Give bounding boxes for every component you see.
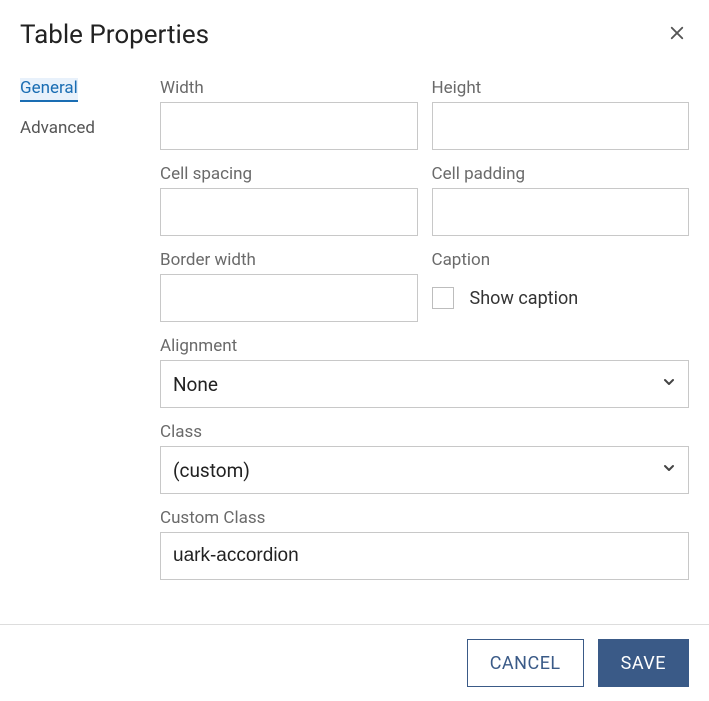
cellspacing-input[interactable]: [160, 188, 418, 236]
showcaption-label: Show caption: [470, 288, 579, 309]
close-button[interactable]: [665, 23, 689, 47]
dialog-header: Table Properties: [20, 20, 689, 50]
showcaption-checkbox[interactable]: [432, 287, 454, 309]
customclass-input[interactable]: [160, 532, 689, 580]
tab-general[interactable]: General: [20, 78, 78, 102]
height-input[interactable]: [432, 102, 690, 150]
borderwidth-input[interactable]: [160, 274, 418, 322]
form-panel: Width Height Cell spacing Cell padding: [160, 78, 689, 594]
class-select[interactable]: (custom): [160, 446, 689, 494]
width-label: Width: [160, 78, 418, 98]
cellpadding-label: Cell padding: [432, 164, 690, 184]
customclass-label: Custom Class: [160, 508, 689, 528]
dialog-footer: CANCEL SAVE: [0, 625, 709, 701]
class-value: (custom): [173, 459, 250, 482]
save-button[interactable]: SAVE: [598, 639, 689, 687]
dialog-body: General Advanced Width Height Cell spaci…: [20, 78, 689, 594]
caption-label: Caption: [432, 250, 690, 270]
dialog-title: Table Properties: [20, 20, 209, 50]
cellspacing-label: Cell spacing: [160, 164, 418, 184]
width-input[interactable]: [160, 102, 418, 150]
height-label: Height: [432, 78, 690, 98]
cancel-button[interactable]: CANCEL: [467, 639, 584, 687]
alignment-select[interactable]: None: [160, 360, 689, 408]
alignment-label: Alignment: [160, 336, 689, 356]
class-label: Class: [160, 422, 689, 442]
table-properties-dialog: Table Properties General Advanced Width …: [0, 0, 709, 594]
alignment-value: None: [173, 373, 218, 396]
tab-list: General Advanced: [20, 78, 112, 594]
close-icon: [668, 24, 686, 46]
cellpadding-input[interactable]: [432, 188, 690, 236]
tab-advanced[interactable]: Advanced: [20, 118, 112, 138]
borderwidth-label: Border width: [160, 250, 418, 270]
